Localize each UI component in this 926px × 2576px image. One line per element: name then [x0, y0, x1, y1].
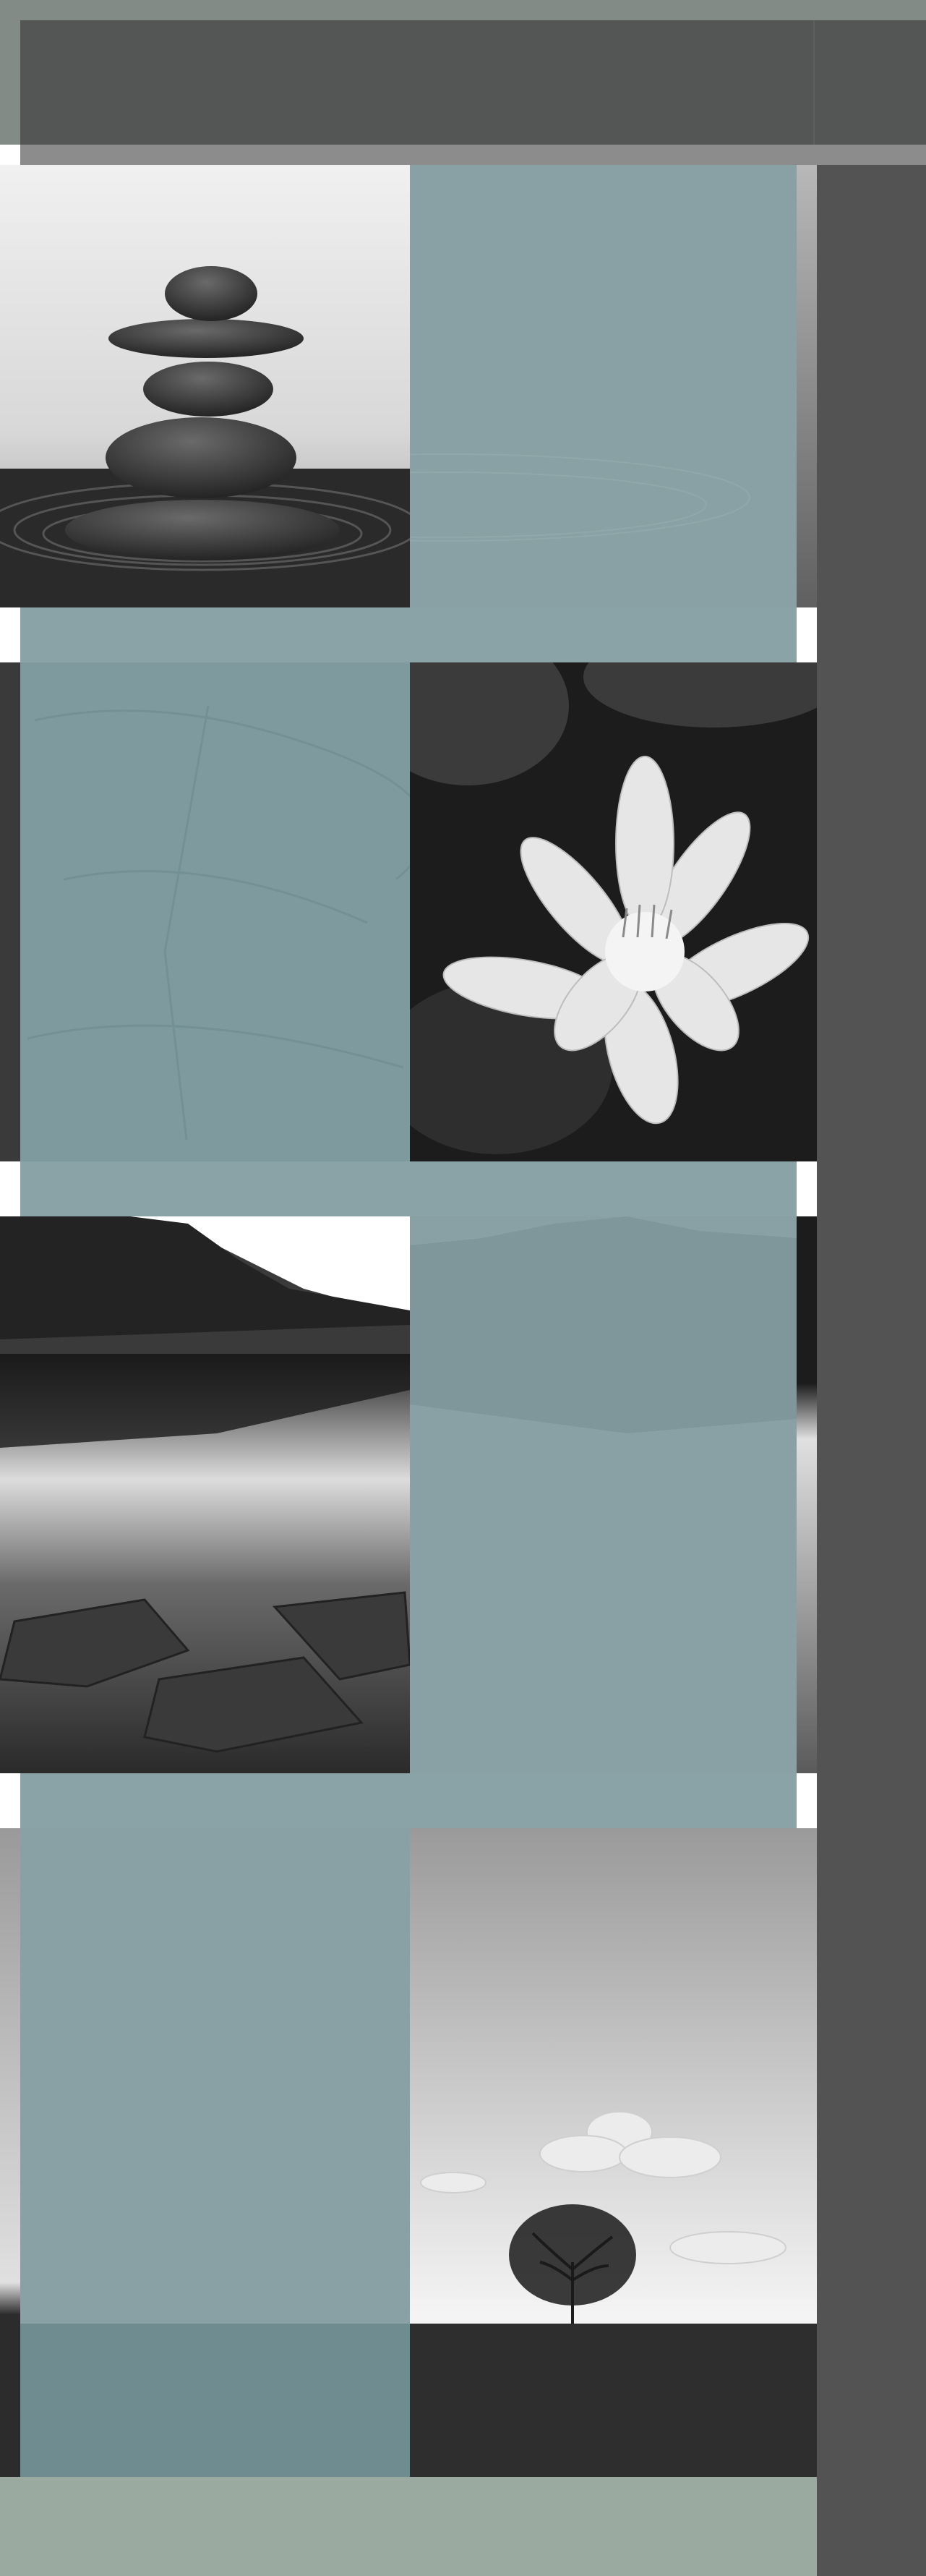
gallery-image-water-lily	[410, 662, 817, 1161]
footer-bar	[0, 2477, 817, 2576]
gallery-image-lone-tree	[410, 1828, 817, 2477]
teal-panel-2	[20, 662, 410, 1161]
mountain-reflection-decoration	[410, 1216, 797, 1433]
teal-panel-1	[410, 165, 797, 607]
leaf-texture-decoration	[27, 705, 410, 1140]
gallery-edge-4	[0, 1828, 20, 2477]
teal-panel-4	[20, 1828, 410, 2477]
header-top-strip	[0, 0, 926, 20]
teal-panel-3	[410, 1216, 797, 1773]
gallery-image-stones	[0, 165, 410, 607]
header-left-accent	[0, 20, 20, 145]
right-sidebar	[817, 165, 926, 2576]
header-divider	[813, 20, 815, 145]
header-bottom-strip	[20, 145, 926, 165]
gallery-edge-1	[797, 165, 817, 607]
water-ripple-decoration	[410, 453, 750, 542]
water-lily-icon	[410, 662, 817, 1161]
gallery-image-mountain-lake	[0, 1216, 410, 1773]
gallery-edge-3	[797, 1216, 817, 1773]
teal-band-2	[20, 1161, 797, 1216]
horizon-shade	[20, 2324, 410, 2477]
mountain-lake-icon	[0, 1216, 410, 1773]
lone-tree-icon	[410, 1828, 817, 2477]
teal-band-3	[20, 1773, 797, 1828]
gallery-edge-2	[0, 662, 20, 1161]
teal-band-1	[20, 607, 797, 662]
header-bar	[20, 20, 926, 145]
stacked-stones-icon	[0, 165, 410, 607]
